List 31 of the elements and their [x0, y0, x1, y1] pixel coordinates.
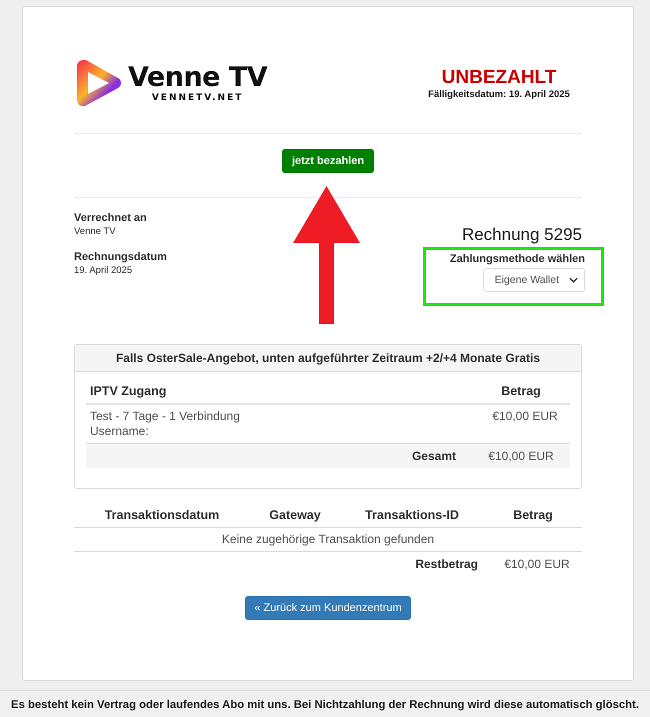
total-amount: €10,00 EUR — [487, 448, 555, 465]
notice-text: Es besteht kein Vertrag oder laufendes Abo mit uns. Bei Nichtzahlung der Rechnung wird diese automatisch glöscht. — [11, 698, 639, 710]
info-label: Verrechnet an — [74, 212, 148, 224]
payment-method-select[interactable]: Eigene Wallet — [482, 268, 585, 292]
brand-name: Venne TV — [128, 62, 268, 92]
invoice-title: Rechnung 5295 — [462, 225, 582, 245]
total-label: Gesamt — [410, 448, 457, 465]
column-header: IPTV Zugang — [89, 383, 168, 400]
item-amount: €10,00 EUR — [491, 408, 559, 425]
column-header: Transaktions-ID — [364, 508, 460, 522]
column-header: Gateway — [268, 508, 322, 522]
caret-icon — [569, 277, 578, 283]
info-value: 19. April 2025 — [74, 265, 134, 276]
back-button[interactable]: « Zurück zum Kundenzentrum — [245, 596, 411, 620]
brand-domain: VENNETV.NET — [152, 92, 244, 104]
status-label: UNBEZAHLT — [442, 66, 556, 88]
empty-message: Keine zugehörige Transaktion gefunden — [222, 532, 434, 546]
play-logo-icon — [76, 58, 122, 108]
item-description: Test - 7 Tage - 1 Verbindung — [90, 409, 241, 424]
info-value: Venne TV — [74, 226, 117, 237]
due-date: Fälligkeitsdatum: 19. April 2025 — [428, 88, 570, 100]
info-label: Rechnungsdatum — [74, 251, 167, 263]
panel-title: Falls OsterSale-Angebot, unten aufgeführter Zeitraum +2/+4 Monate Gratis — [75, 345, 581, 372]
item-detail: Username: — [90, 424, 150, 439]
payment-method-label: Zahlungsmethode wählen — [450, 253, 585, 265]
column-header: Transaktionsdatum — [104, 508, 220, 522]
balance-amount: €10,00 EUR — [503, 557, 571, 571]
column-header: Betrag — [512, 508, 554, 522]
pay-button[interactable]: jetzt bezahlen — [282, 149, 374, 173]
balance-label: Restbetrag — [415, 557, 479, 571]
column-header: Betrag — [500, 383, 542, 400]
